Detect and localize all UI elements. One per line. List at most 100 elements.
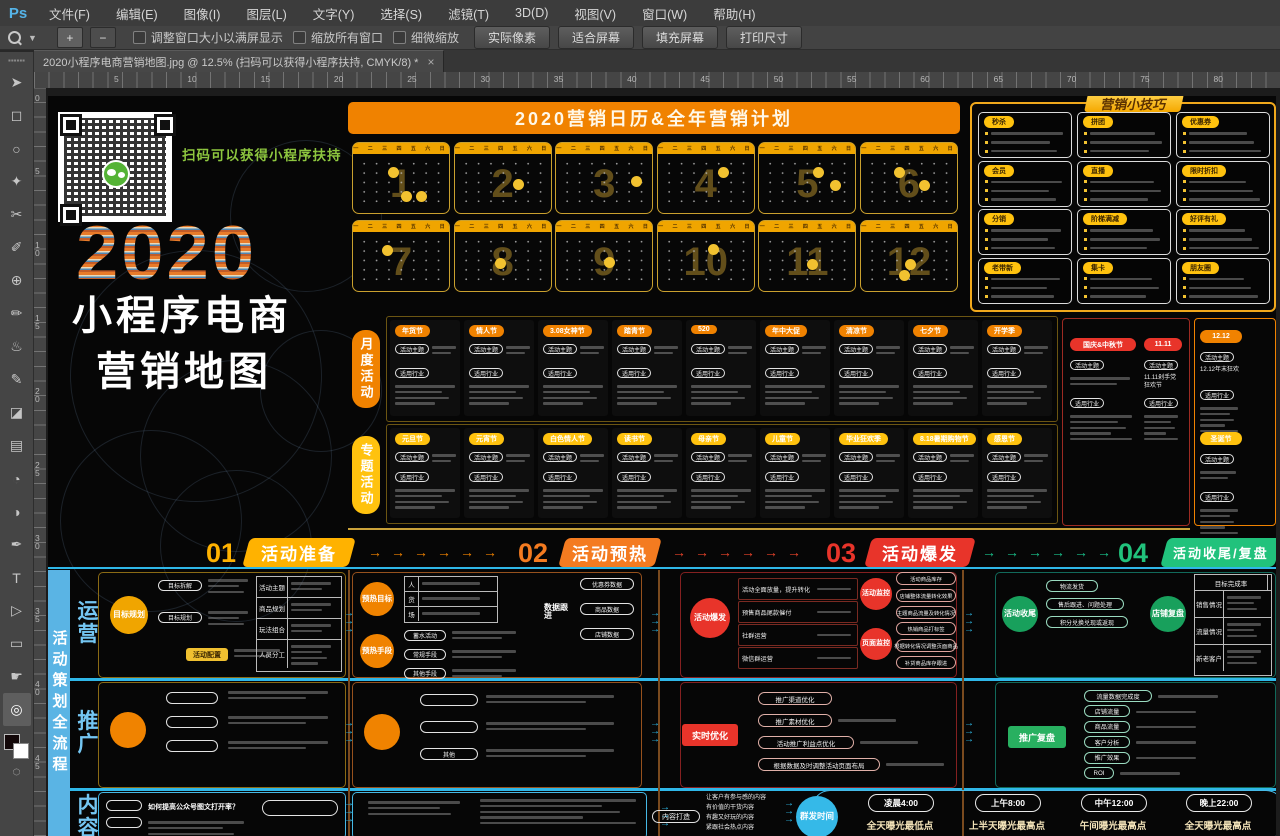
text-lines — [148, 818, 244, 836]
checkbox-icon[interactable] — [293, 31, 306, 44]
menu-item-图像(I)[interactable]: 图像(I) — [171, 0, 234, 26]
node-pill: 商品数据 — [580, 603, 634, 615]
menu-item-3D(D)[interactable]: 3D(D) — [502, 0, 561, 26]
industry-pill: 适用行业 — [987, 472, 1021, 482]
move-tool[interactable]: ➤ — [3, 66, 31, 99]
gradient-tool[interactable]: ▤ — [3, 429, 31, 462]
hand-tool[interactable]: ☛ — [3, 660, 31, 693]
menu-item-窗口(W)[interactable]: 窗口(W) — [629, 0, 700, 26]
zoom-tool[interactable]: ◎ — [3, 693, 31, 726]
calendar-weekdays: 一 二 三 四 五 六 日 — [658, 143, 754, 154]
special-theme-text: 11.11剁手党狂欢节 — [1144, 374, 1182, 394]
text-lines — [839, 486, 899, 512]
calendar-weekdays: 一 二 三 四 五 六 日 — [353, 221, 449, 232]
menu-item-选择(S)[interactable]: 选择(S) — [367, 0, 435, 26]
zoom-tool-icon[interactable] — [8, 31, 21, 44]
industry-pill: 适用行业 — [691, 368, 725, 378]
palette-grip-icon[interactable]: ▪▪▪▪▪▪ — [8, 58, 25, 64]
text-lines — [876, 343, 900, 358]
checkbox-icon[interactable] — [133, 31, 146, 44]
options-button-实际像素[interactable]: 实际像素 — [474, 26, 550, 49]
text-lines — [1200, 404, 1238, 436]
tip-card-label: 秒杀 — [984, 116, 1014, 128]
menu-item-文字(Y)[interactable]: 文字(Y) — [300, 0, 368, 26]
node-circle: 页面监控 — [860, 628, 892, 660]
tip-card-lines — [1084, 275, 1165, 302]
background-color[interactable] — [13, 743, 29, 759]
calendar-weekdays: 一 二 三 四 五 六 日 — [861, 143, 957, 154]
eraser-tool[interactable]: ◪ — [3, 396, 31, 429]
healing-brush-tool[interactable]: ⊕ — [3, 264, 31, 297]
phase-number: 04 — [1118, 538, 1162, 568]
crop-tool[interactable]: ✂ — [3, 198, 31, 231]
send-time: 上午8:00 — [975, 794, 1041, 812]
brush-tool[interactable]: ✏ — [3, 297, 31, 330]
color-swatches[interactable] — [4, 734, 30, 760]
tool-preset-caret-icon[interactable]: ▼ — [28, 33, 37, 43]
festival-date-marker — [905, 259, 916, 270]
pen-tool[interactable]: ✒ — [3, 528, 31, 561]
theme-pill: 活动主题 — [765, 344, 799, 354]
menu-item-帮助(H)[interactable]: 帮助(H) — [700, 0, 768, 26]
node-circle: 活动爆发 — [690, 598, 730, 638]
menu-item-滤镜(T)[interactable]: 滤镜(T) — [435, 0, 502, 26]
ruler-left-number: 15 — [35, 314, 44, 330]
option-buttons: 实际像素适合屏幕填充屏幕打印尺寸 — [466, 26, 802, 49]
node-circle — [110, 712, 146, 748]
option-checkbox[interactable]: 细微缩放 — [393, 29, 459, 46]
text-lines — [543, 382, 603, 408]
tab-close-icon[interactable]: × — [427, 55, 434, 69]
options-button-填充屏幕[interactable]: 填充屏幕 — [642, 26, 718, 49]
menu-item-图层(L)[interactable]: 图层(L) — [233, 0, 299, 26]
magic-wand-tool[interactable]: ✦ — [3, 165, 31, 198]
text-lines — [765, 382, 825, 408]
tip-card-lines — [1084, 129, 1165, 156]
options-button-打印尺寸[interactable]: 打印尺寸 — [726, 26, 802, 49]
options-button-适合屏幕[interactable]: 适合屏幕 — [558, 26, 634, 49]
menu-item-文件(F)[interactable]: 文件(F) — [36, 0, 103, 26]
blur-tool[interactable]: ◔ — [3, 462, 31, 495]
calendar-month-6: 一 二 三 四 五 六 日6 — [860, 142, 958, 214]
option-checkbox[interactable]: 缩放所有窗口 — [293, 29, 383, 46]
shape-tool[interactable]: ▭ — [3, 627, 31, 660]
text-lines — [469, 486, 529, 512]
menu-item-视图(V)[interactable]: 视图(V) — [561, 0, 629, 26]
text-lines — [1120, 769, 1180, 778]
text-lines — [469, 382, 529, 408]
phase-tab: 活动准备 — [242, 538, 356, 567]
history-brush-tool[interactable]: ✎ — [3, 363, 31, 396]
checkbox-icon[interactable] — [393, 31, 406, 44]
tip-card-lines — [1183, 178, 1264, 205]
industry-pill: 适用行业 — [765, 368, 799, 378]
menu-item-编辑(E)[interactable]: 编辑(E) — [103, 0, 171, 26]
option-checkbox[interactable]: 调整窗口大小以满屏显示 — [133, 29, 283, 46]
clone-stamp-tool[interactable]: ♨ — [3, 330, 31, 363]
calendar-days-grid — [663, 237, 749, 287]
flow-arrows: →→→ — [344, 720, 362, 746]
zoom-in-toggle[interactable]: + — [57, 27, 83, 48]
quick-mask-button[interactable]: ◌ — [3, 760, 31, 782]
ruler-horizontal: 5101520253035404550556065707580 — [34, 72, 1280, 89]
text-lines — [728, 451, 752, 466]
ruler-top-number: 70 — [1067, 74, 1076, 84]
qr-caption: 扫码可以获得小程序扶持 — [182, 144, 352, 164]
special-card-title: 国庆&中秋节 — [1070, 338, 1136, 351]
tip-card-lines — [985, 178, 1066, 205]
document-tab[interactable]: 2020小程序电商营销地图.jpg @ 12.5% (扫码可以获得小程序扶持, … — [34, 50, 444, 72]
phase-tab: 活动预热 — [558, 538, 662, 567]
path-select-tool[interactable]: ▷ — [3, 594, 31, 627]
phase-number: 02 — [518, 538, 562, 568]
marquee-tool[interactable]: ◻ — [3, 99, 31, 132]
review-table: 目标完成率销售情况流量情况新老客户 — [1194, 574, 1272, 676]
eyedropper-tool[interactable]: ✐ — [3, 231, 31, 264]
zoom-out-toggle[interactable]: − — [90, 27, 116, 48]
dodge-tool[interactable]: ◑ — [3, 495, 31, 528]
calendar-weekdays: 一 二 三 四 五 六 日 — [556, 221, 652, 232]
node-pill: 售后跟进、问题处理 — [1046, 598, 1124, 610]
calendar-month-7: 一 二 三 四 五 六 日7 — [352, 220, 450, 292]
type-tool[interactable]: T — [3, 561, 31, 594]
lasso-tool[interactable]: ○ — [3, 132, 31, 165]
special-card-title: 12.12 — [1200, 330, 1242, 343]
festival-date-marker — [382, 245, 393, 256]
tip-card-lines — [1183, 129, 1264, 156]
